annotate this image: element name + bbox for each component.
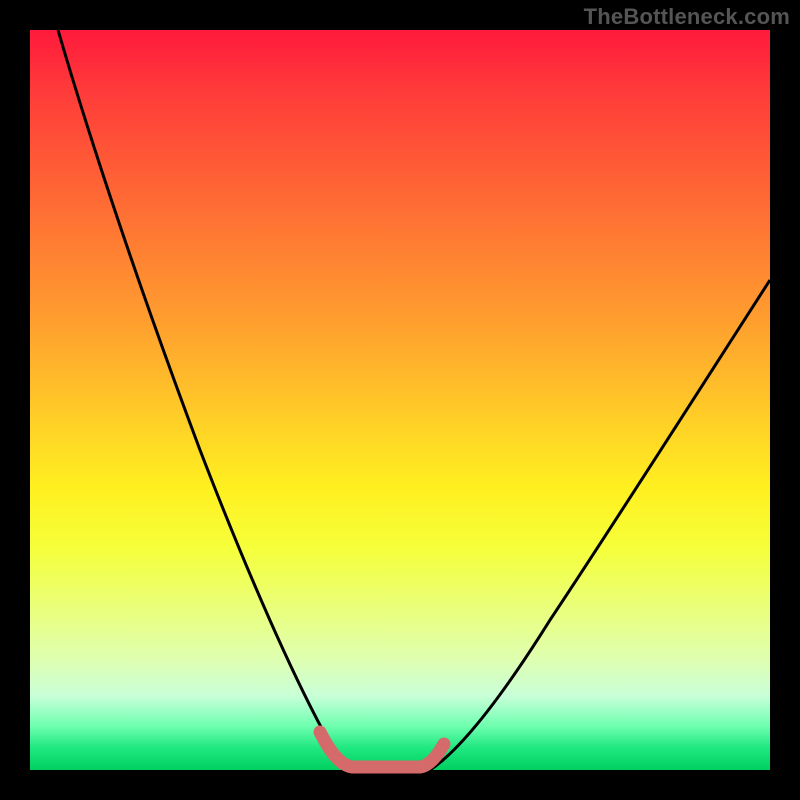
trough-highlight [320, 732, 444, 767]
right-curve [430, 280, 770, 770]
chart-svg [30, 30, 770, 770]
plot-area [30, 30, 770, 770]
chart-frame: TheBottleneck.com [0, 0, 800, 800]
left-curve [58, 30, 350, 770]
watermark-text: TheBottleneck.com [584, 4, 790, 30]
